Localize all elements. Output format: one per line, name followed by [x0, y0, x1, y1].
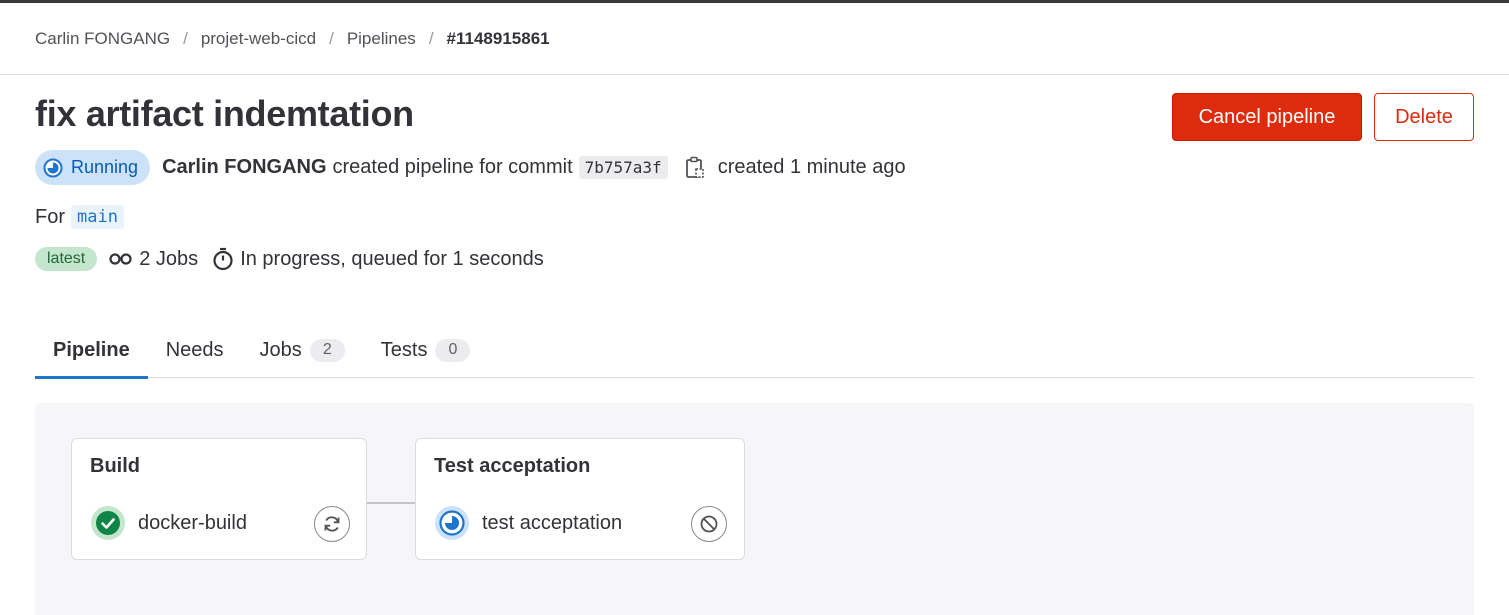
job-name: docker-build	[138, 511, 247, 534]
job-name: test acceptation	[482, 511, 623, 534]
commit-sha[interactable]: 7b757a3f	[578, 156, 668, 179]
status-badge[interactable]: Running	[35, 150, 151, 185]
breadcrumb-separator: /	[329, 29, 334, 48]
tab-count-badge: 2	[309, 338, 345, 362]
cancel-job-button[interactable]	[691, 506, 727, 542]
tab-count-badge: 0	[435, 338, 471, 362]
stage-connector	[367, 502, 415, 504]
breadcrumb: Carlin FONGANG / projet-web-cicd / Pipel…	[35, 28, 550, 50]
cancel-pipeline-button[interactable]: Cancel pipeline	[1172, 93, 1362, 141]
tab-jobs[interactable]: Jobs 2	[242, 322, 363, 378]
status-running-icon	[435, 506, 469, 540]
breadcrumb-current[interactable]: #1148915861	[447, 29, 550, 49]
for-label: For	[35, 205, 65, 228]
stage-title: Build	[90, 455, 140, 477]
job-test-acceptation[interactable]: test acceptation	[434, 505, 622, 541]
breadcrumb-separator: /	[428, 29, 434, 48]
breadcrumb-separator: /	[183, 29, 188, 48]
tab-label: Jobs	[259, 338, 302, 361]
timer-icon	[213, 247, 233, 271]
latest-badge: latest	[35, 247, 98, 271]
author-link[interactable]: Carlin FONGANG	[162, 156, 326, 179]
stage-test-acceptation: Test acceptation test acceptation	[415, 438, 745, 560]
pipeline-tabs: Pipeline Needs Jobs 2 Tests 0	[35, 322, 1474, 379]
tab-label: Tests	[380, 338, 428, 361]
tab-label: Pipeline	[53, 338, 130, 361]
retry-button[interactable]	[314, 506, 350, 542]
pipeline-info: latest 2 Jobs In progress, queued for 1 …	[35, 245, 544, 273]
breadcrumb-pipelines[interactable]: Pipelines	[347, 29, 416, 49]
status-running-icon	[43, 158, 63, 177]
delete-button[interactable]: Delete	[1374, 93, 1474, 141]
page-title: fix artifact indemtation	[35, 93, 414, 134]
status-label: Running	[71, 157, 139, 177]
status-success-icon	[91, 506, 125, 540]
created-ago: created 1 minute ago	[717, 156, 906, 178]
tab-tests[interactable]: Tests 0	[363, 322, 489, 378]
jobs-count: 2 Jobs	[139, 247, 199, 270]
pipeline-graph: Build docker-build Test acceptation test…	[35, 403, 1474, 615]
progress-text: In progress, queued for 1 seconds	[240, 247, 544, 270]
top-border	[0, 0, 1509, 3]
pipeline-jobs-icon	[109, 253, 132, 265]
ref-row: For main	[35, 203, 124, 231]
tab-label: Needs	[165, 338, 224, 361]
tab-needs[interactable]: Needs	[148, 322, 242, 378]
pipeline-meta: Running Carlin FONGANG created pipeline …	[35, 150, 906, 185]
created-text: created pipeline for commit	[332, 156, 573, 178]
stage-title: Test acceptation	[434, 455, 591, 477]
breadcrumb-user[interactable]: Carlin FONGANG	[35, 29, 170, 49]
tab-pipeline[interactable]: Pipeline	[35, 322, 148, 379]
stage-build: Build docker-build	[71, 438, 367, 560]
retry-icon	[324, 516, 340, 532]
job-docker-build[interactable]: docker-build	[90, 505, 247, 541]
branch-ref[interactable]: main	[71, 205, 124, 229]
breadcrumb-divider	[0, 74, 1509, 75]
cancel-icon	[700, 515, 718, 533]
breadcrumb-project[interactable]: projet-web-cicd	[201, 29, 316, 49]
copy-to-clipboard-icon[interactable]	[684, 156, 706, 180]
